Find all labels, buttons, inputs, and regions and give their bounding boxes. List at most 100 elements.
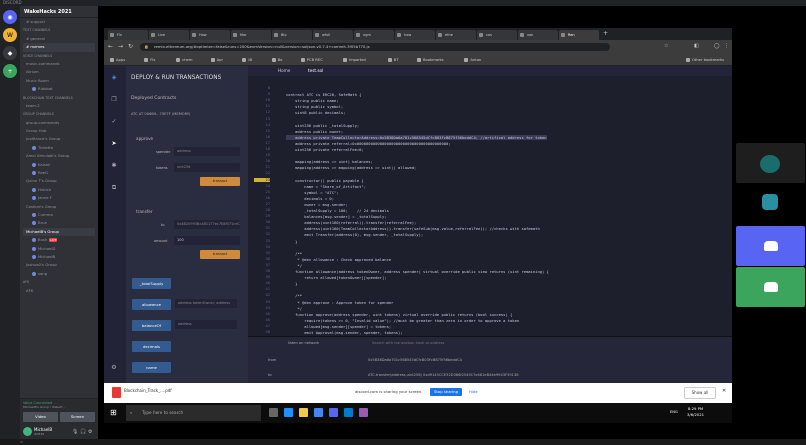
code-line[interactable]: uint256 private referralFee=0; xyxy=(286,147,364,152)
function-button[interactable]: balanceOf xyxy=(132,320,171,331)
windows-icon[interactable]: ⊞ xyxy=(110,408,117,417)
channel-item[interactable]: music-commands xyxy=(20,60,98,68)
menu-icon[interactable]: ⋮ xyxy=(724,43,729,49)
code-line[interactable]: address private TeamCollectorAddress=0x5… xyxy=(286,134,547,140)
contract-instance[interactable]: ATC AT 0X6B9...75E7F (MEMORY) xyxy=(131,112,190,116)
code-line[interactable]: emit Approval(msg.sender, spender, token… xyxy=(286,330,402,335)
code-line[interactable]: * @dev allowance : Check approved balanc… xyxy=(286,257,391,262)
server-name[interactable]: WakeHacks 2021 xyxy=(20,6,98,18)
channel-item[interactable]: Music Room xyxy=(20,77,98,85)
browser-tab[interactable]: Fin xyxy=(108,30,148,40)
browser-tab[interactable]: cos xyxy=(477,30,517,40)
terminal-search[interactable]: Search with transaction hash or address xyxy=(372,341,444,345)
amount-input[interactable]: 100 xyxy=(174,236,240,245)
code-line[interactable]: function allowance(address tokenOwner, a… xyxy=(286,269,549,274)
voice-user[interactable]: MichaelB xyxy=(20,253,98,261)
close-icon[interactable]: ✕ xyxy=(722,388,726,394)
home-icon[interactable]: ◉ xyxy=(3,10,17,24)
transfer-transact-button[interactable]: transact xyxy=(200,250,240,259)
voice-user[interactable]: Brue xyxy=(20,219,98,227)
gear-icon[interactable]: ⚙ xyxy=(88,429,92,435)
explorer-icon[interactable] xyxy=(299,408,308,417)
star-icon[interactable]: ☆ xyxy=(664,43,668,49)
approve-transact-button[interactable]: transact xyxy=(200,177,240,186)
language-indicator[interactable]: ENG xyxy=(670,410,678,414)
browser-tab[interactable]: Blo xyxy=(272,30,312,40)
channel-item[interactable]: Group Hub xyxy=(20,127,98,135)
microphone-icon[interactable]: 🎙 xyxy=(72,429,78,435)
chrome-icon[interactable] xyxy=(314,408,323,417)
channel-item[interactable]: MichaelB's Group xyxy=(23,227,95,237)
function-button[interactable]: _totalSupply xyxy=(132,278,171,289)
bookmark-item[interactable]: Anton xyxy=(464,56,481,64)
other-bookmarks[interactable]: Other bookmarks xyxy=(686,56,724,64)
voice-user[interactable]: song xyxy=(20,270,98,278)
add-server-icon[interactable]: + xyxy=(3,64,17,78)
browser-tab[interactable]: Ren xyxy=(559,30,599,40)
address-bar[interactable]: 🔒 remix.ethereum.org/#optimize=false&run… xyxy=(140,43,610,51)
voice-user[interactable]: Janne F xyxy=(20,194,98,202)
function-button[interactable]: decimals xyxy=(132,341,171,352)
participant-video-2[interactable] xyxy=(736,184,805,224)
plugin-icon[interactable]: ⧉ xyxy=(109,184,119,194)
tab-test-sol[interactable]: test.sol xyxy=(308,68,323,73)
code-line[interactable]: require(tokens >= 0, "Invalid value"); /… xyxy=(286,318,519,323)
code-line[interactable]: function approve(address spender, uint t… xyxy=(286,312,512,317)
code-line[interactable]: uint8 public decimals; xyxy=(286,110,345,115)
channel-item[interactable]: Quinn T's Group xyxy=(20,177,98,185)
voice-user[interactable]: Ridobot xyxy=(20,85,98,93)
code-line[interactable]: string public symbol; xyxy=(286,104,343,109)
stop-sharing-button[interactable]: Stop sharing xyxy=(430,388,462,396)
profile-icon[interactable]: ◯ xyxy=(714,43,720,49)
channel-item[interactable]: team-2 xyxy=(20,102,98,110)
headphones-icon[interactable]: 🎧 xyxy=(80,429,86,435)
participant-tile-3[interactable] xyxy=(736,226,805,266)
code-line[interactable]: balances[msg.sender] = _totalSupply; xyxy=(286,214,386,219)
voice-user[interactable]: Cumma xyxy=(20,211,98,219)
compiler-icon[interactable]: ✓ xyxy=(109,118,119,128)
deploy-icon[interactable]: ➤ xyxy=(109,140,119,150)
show-all-button[interactable]: Show all xyxy=(684,387,716,399)
remix-logo-icon[interactable]: ◈ xyxy=(109,74,119,84)
bookmark-item[interactable]: Bo xyxy=(271,56,282,64)
code-line[interactable]: contract ATC is ERC20, SafeMath { xyxy=(286,92,361,97)
screen-button[interactable]: Screen xyxy=(60,412,95,422)
code-line[interactable]: mapping(address => mapping(address => ui… xyxy=(286,165,416,170)
browser-tab[interactable]: xon xyxy=(518,30,558,40)
code-line[interactable]: /** xyxy=(286,251,302,256)
code-line[interactable]: constructor() public payable { xyxy=(286,178,364,183)
browser-tab[interactable]: wfull xyxy=(313,30,353,40)
bookmark-item[interactable]: BT xyxy=(387,56,399,64)
server-icon-2[interactable]: ◆ xyxy=(3,46,17,60)
back-icon[interactable]: ← xyxy=(108,43,113,50)
code-line[interactable]: */ xyxy=(286,263,302,268)
channel-item[interactable]: # memes xyxy=(23,43,95,52)
listen-checkbox[interactable]: listen on network xyxy=(288,341,319,345)
discord-icon[interactable] xyxy=(329,408,338,417)
code-line[interactable]: } xyxy=(286,281,297,286)
code-line[interactable]: _totalSupply = 100; // 24 decimals xyxy=(286,208,389,213)
voice-user[interactable]: Kaiseli xyxy=(20,161,98,169)
bookmark-item[interactable]: Bookmarks xyxy=(417,56,444,64)
bookmark-item[interactable]: Fix xyxy=(144,56,155,64)
code-line[interactable]: mapping(address => uint) balances; xyxy=(286,159,373,164)
channel-item[interactable]: Casford's Group xyxy=(20,203,98,211)
browser-tab[interactable]: ethe xyxy=(436,30,476,40)
download-file[interactable]: Blockchain_Track_....pdf xyxy=(124,388,172,393)
voice-user[interactable]: Ticketfa xyxy=(20,144,98,152)
code-line[interactable]: decimals = 0; xyxy=(286,196,334,201)
voice-user[interactable]: ReeG xyxy=(20,169,98,177)
code-line[interactable]: address private referral=0x0000000000000… xyxy=(286,141,450,146)
bookmark-item[interactable]: PCB REC xyxy=(300,56,323,64)
code-line[interactable]: } xyxy=(286,239,297,244)
server-icon-wakehacks[interactable]: W xyxy=(3,28,17,42)
participant-tile-4[interactable] xyxy=(736,267,805,307)
browser-tab[interactable]: How xyxy=(190,30,230,40)
channel-item[interactable]: # support xyxy=(20,18,98,26)
avatar[interactable] xyxy=(23,427,32,436)
code-line[interactable]: address(uint160(TeamCollectorAddress)).t… xyxy=(286,226,539,231)
code-line[interactable]: owner = msg.sender; xyxy=(286,202,347,207)
code-line[interactable]: */ xyxy=(286,306,302,311)
voice-user[interactable]: Bush LIVE xyxy=(20,236,98,244)
code-line[interactable]: address public owner; xyxy=(286,129,343,134)
